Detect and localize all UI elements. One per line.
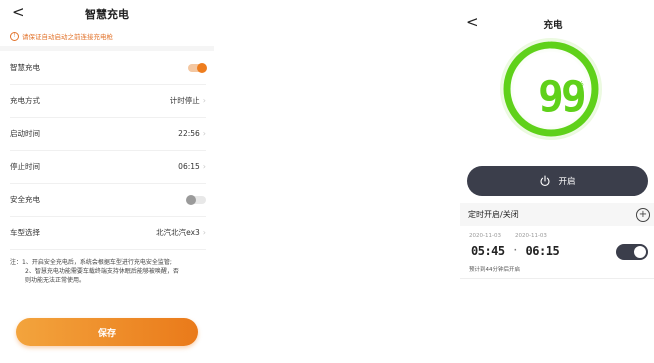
row-label: 启动时间 (10, 129, 40, 138)
percent-unit: % (577, 80, 584, 88)
note-line: 2、智慧充电功能需要车载终端支持休眠后能够被唤醒，否 (25, 268, 179, 275)
power-icon (540, 175, 551, 186)
note-text: 注：1、开启安全充电后，系统会根据车型进行充电安全监管; 2、智慧充电功能需要车… (10, 258, 206, 285)
timer-header: 定时开启/关闭 + (460, 203, 654, 226)
timer-toggle[interactable] (616, 244, 648, 260)
page-title: 智慧充电 (85, 8, 129, 21)
row-start-time[interactable]: 启动时间 22:56 › (10, 117, 206, 151)
timer-subtitle: 预计到44分钟后开启 (469, 267, 520, 273)
row-label: 充电方式 (10, 96, 40, 105)
charging-panel: < 充电 99 % 开启 定时开启/关闭 + 2020-11-03 2020-1… (452, 0, 654, 363)
warning-text: 请保证自动启动之前连接充电枪 (22, 33, 113, 41)
end-date: 2020-11-03 (514, 233, 547, 239)
start-date: 2020-11-03 (469, 233, 501, 239)
timer-times[interactable]: 05:45 · 06:15 (471, 244, 560, 258)
safe-charging-toggle[interactable] (186, 194, 206, 205)
row-stop-time[interactable]: 停止时间 06:15 › (10, 150, 206, 184)
timer-header-label: 定时开启/关闭 (468, 210, 519, 219)
save-button[interactable]: 保存 (16, 318, 198, 346)
divider (460, 278, 654, 279)
power-button-label: 开启 (558, 177, 576, 187)
row-vehicle-model[interactable]: 车型选择 北汽北汽ex3 › (10, 216, 206, 250)
row-label: 安全充电 (10, 195, 40, 204)
row-smart-charging[interactable]: 智慧充电 (10, 51, 207, 85)
add-icon[interactable]: + (636, 207, 650, 222)
row-safe-charging[interactable]: 安全充电 (10, 183, 206, 217)
row-value: 计时停止 (169, 96, 200, 105)
end-time: 06:15 (525, 244, 560, 258)
chevron-right-icon: › (202, 228, 206, 237)
left-header: < 智慧充电 (0, 0, 214, 26)
info-icon: ! (10, 31, 19, 41)
row-value: 06:15 (178, 162, 200, 171)
note-line: 则功能无法正常使用。 (25, 277, 86, 284)
start-time: 05:45 (471, 244, 505, 258)
time-separator: · (512, 246, 518, 256)
page-title: 充电 (543, 20, 563, 31)
row-label: 停止时间 (10, 162, 40, 171)
warning-banner: ! 请保证自动启动之前连接充电枪 (10, 30, 113, 42)
chevron-right-icon: › (202, 96, 206, 105)
row-value: 22:56 (178, 129, 200, 138)
row-label: 车型选择 (10, 228, 40, 237)
row-value: 北汽北汽ex3 (156, 228, 200, 237)
row-charging-mode[interactable]: 充电方式 计时停止 › (10, 84, 206, 118)
smart-charging-toggle[interactable] (188, 62, 207, 73)
note-line: 注：1、开启安全充电后，系统会根据车型进行充电安全监管; (10, 259, 172, 266)
power-on-button[interactable]: 开启 (467, 166, 648, 196)
chevron-right-icon: › (202, 129, 206, 138)
row-label: 智慧充电 (10, 63, 40, 72)
chevron-right-icon: › (202, 162, 206, 171)
smart-charging-panel: < 智慧充电 ! 请保证自动启动之前连接充电枪 智慧充电 充电方式 计时停止 › … (0, 0, 214, 363)
timer-dates: 2020-11-03 2020-11-03 (469, 233, 547, 239)
